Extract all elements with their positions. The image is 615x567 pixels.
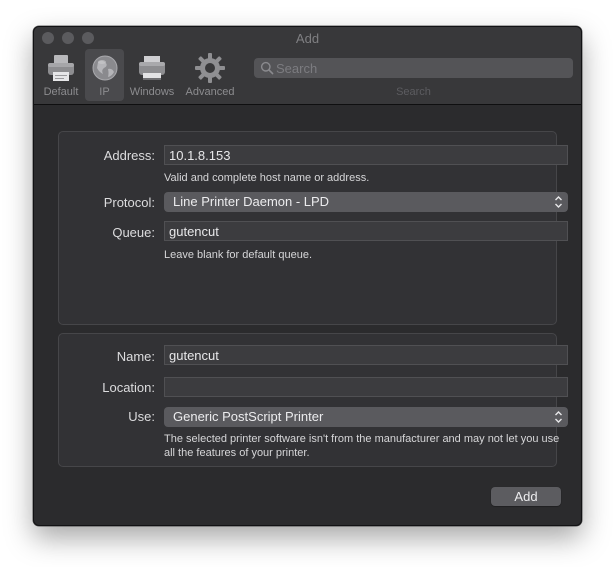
- location-label: Location:: [102, 380, 155, 395]
- toolbar-item-default[interactable]: Default: [40, 49, 82, 101]
- add-button[interactable]: Add: [491, 487, 561, 506]
- use-hint: The selected printer software isn't from…: [164, 433, 560, 459]
- use-value: Generic PostScript Printer: [173, 409, 324, 424]
- use-label: Use:: [128, 409, 155, 424]
- location-field[interactable]: [164, 377, 568, 397]
- toolbar-item-ip[interactable]: IP: [85, 49, 124, 101]
- add-printer-window: Add Default IP Windows Advanced Search S…: [33, 26, 582, 526]
- search-caption: Search: [396, 86, 431, 98]
- address-hint: Valid and complete host name or address.: [164, 172, 370, 184]
- queue-label: Queue:: [112, 225, 155, 240]
- window-title: Add: [295, 31, 320, 46]
- toolbar-label-windows: Windows: [129, 86, 175, 98]
- name-field[interactable]: [164, 345, 568, 365]
- updown-chevron-icon: [555, 196, 562, 208]
- toolbar-item-windows[interactable]: Windows: [127, 49, 177, 101]
- connection-panel: Address: Valid and complete host name or…: [58, 131, 568, 325]
- globe-icon: [92, 55, 117, 81]
- search-input[interactable]: [276, 58, 566, 78]
- protocol-label: Protocol:: [103, 195, 155, 210]
- toolbar-label-default: Default: [43, 86, 79, 98]
- address-field[interactable]: [164, 145, 568, 165]
- windows-printer-icon: [139, 56, 165, 80]
- toolbar: Add Default IP Windows Advanced Search S…: [34, 27, 581, 105]
- queue-hint: Leave blank for default queue.: [164, 249, 313, 261]
- use-popup[interactable]: Generic PostScript Printer: [164, 407, 568, 427]
- printer-icon: [48, 55, 74, 81]
- printer-info-panel: Name: Location: Use: Generic PostScript …: [58, 333, 568, 467]
- search-field[interactable]: [254, 58, 573, 78]
- toolbar-item-advanced[interactable]: Advanced: [182, 49, 238, 101]
- address-label: Address:: [103, 148, 155, 163]
- queue-field[interactable]: [164, 221, 568, 241]
- name-label: Name:: [116, 349, 155, 364]
- gear-icon: [195, 53, 225, 83]
- search-icon: [260, 61, 274, 75]
- updown-chevron-icon: [555, 411, 562, 423]
- toolbar-label-ip: IP: [99, 86, 110, 98]
- protocol-value: Line Printer Daemon - LPD: [173, 194, 330, 209]
- protocol-popup[interactable]: Line Printer Daemon - LPD: [164, 192, 568, 212]
- toolbar-label-advanced: Advanced: [185, 86, 235, 98]
